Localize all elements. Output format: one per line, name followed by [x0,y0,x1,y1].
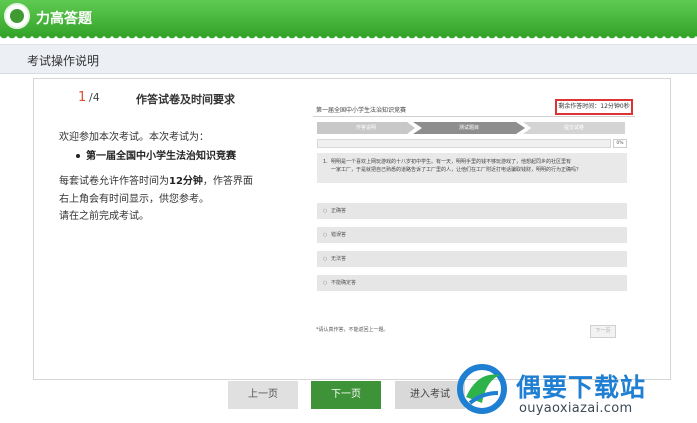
time-text-a: 每套试卷允许作答时间为 [59,176,169,187]
watermark-logo-icon [457,364,507,414]
time-line-2: 右上角会有时间显示，供您参考。 [59,194,209,205]
radio-icon: ○ [323,280,328,286]
preview-divider [313,116,635,117]
time-text-c: ，作答界面 [202,176,253,187]
preview-step-3: 提交试卷 [523,122,625,134]
watermark-brand: 偶要下载站 [516,373,647,402]
radio-icon: ○ [323,208,328,214]
radio-icon: ○ [323,256,328,262]
preview-question-line-2: 一家工厂，于是就把自己熟悉的道路告诉了工厂里的人，让他们在工厂附近打电话骗取钱财… [331,167,582,173]
exam-name: 第一届全国中小学生法治知识竞赛 [86,151,236,162]
enter-exam-button[interactable]: 进入考试 [395,381,465,409]
section-title: 考试操作说明 [27,54,100,68]
preview-option: ○ 不能确定答 [317,275,627,291]
preview-option-label: 正确答 [331,208,347,214]
preview-note: *请认真作答，不能返回上一题。 [316,327,389,333]
instructions-title: 作答试卷及时间要求 [136,93,235,106]
preview-step-2: 测试题目 [413,122,525,134]
preview-option: ○ 错误答 [317,227,627,243]
exam-name-bullet: 第一届全国中小学生法治知识竞赛 [76,147,236,162]
header-wave-divider [0,34,697,41]
preview-progress-percent: 0% [613,139,627,148]
step-current: 1 [78,90,87,105]
preview-option: ○ 正确答 [317,203,627,219]
preview-steps: 作答说明 测试题目 提交试卷 [317,122,625,134]
prev-page-button[interactable]: 上一页 [228,381,298,409]
preview-exam-title: 第一届全国中小学生法治知识竞赛 [316,107,407,114]
time-line-1: 每套试卷允许作答时间为12分钟，作答界面 [59,172,253,187]
welcome-text: 欢迎参加本次考试。本次考试为： [59,132,209,143]
preview-option-label: 不能确定答 [331,280,357,286]
preview-option-label: 错误答 [331,232,347,238]
radio-icon: ○ [323,232,328,238]
bullet-dot-icon [76,154,80,158]
exam-preview-image: 第一届全国中小学生法治知识竞赛 剩余作答时间：12分钟0秒 作答说明 测试题目 … [311,97,637,347]
preview-progress-bar [317,139,611,148]
watermark-url: ouyaoxiazai.com [519,401,633,416]
time-limit: 12分钟 [169,176,203,187]
step-total: /4 [89,91,100,104]
section-header: 考试操作说明 [0,44,697,74]
preview-option: ○ 无法答 [317,251,627,267]
preview-question: 1. 明明是一个喜欢上网玩游戏的十八岁初中学生。有一天，明明手里的钱不够玩游戏了… [317,153,627,183]
app-title: 力高答题 [36,11,92,27]
preview-next-button: 下一页 [590,325,616,338]
preview-question-number: 1. [323,159,328,165]
time-line-3: 请在之前完成考试。 [59,211,149,222]
preview-timer: 剩余作答时间：12分钟0秒 [555,99,633,115]
next-page-button[interactable]: 下一页 [311,381,381,409]
app-logo-icon [4,3,30,29]
preview-step-1: 作答说明 [317,122,415,134]
preview-option-label: 无法答 [331,256,347,262]
preview-question-line-1: 明明是一个喜欢上网玩游戏的十八岁初中学生。有一天，明明手里的钱不够玩游戏了，他想… [331,159,572,165]
app-header: 力高答题 [0,0,697,36]
